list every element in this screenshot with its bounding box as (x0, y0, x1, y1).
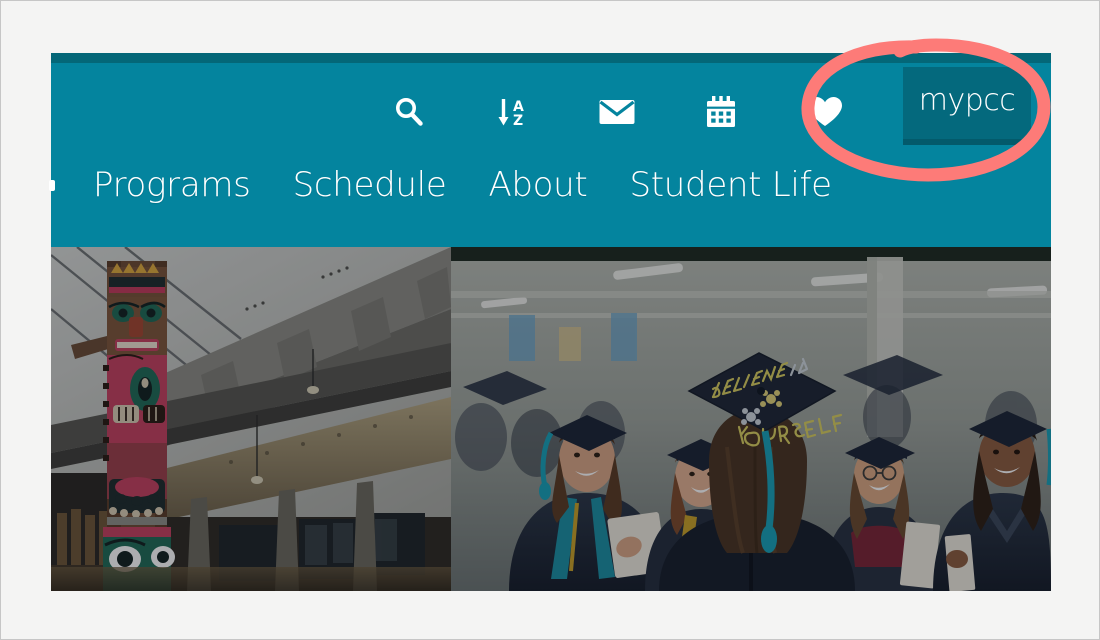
nav-top-strip (51, 53, 1051, 63)
menu-item-student-life[interactable]: Student Life (629, 165, 831, 205)
menu-item-about[interactable]: About (488, 165, 587, 205)
heart-icon[interactable] (797, 89, 853, 135)
menu-item-schedule[interactable]: Schedule (293, 165, 447, 205)
hero-image-strip (51, 247, 1051, 591)
totem-pole-campus-photo[interactable] (51, 247, 451, 591)
mail-icon[interactable] (589, 89, 645, 135)
sort-a-z-icon[interactable]: A Z (485, 89, 541, 135)
main-menu-row: Programs Schedule About Student Life (51, 149, 1051, 221)
menu-item-programs[interactable]: Programs (93, 165, 251, 205)
home-link-stub-icon[interactable] (49, 180, 55, 191)
graduation-students-photo[interactable] (451, 247, 1051, 591)
screenshot-frame: A Z (0, 0, 1100, 640)
utility-icon-row: A Z (51, 81, 1051, 143)
mypcc-button[interactable]: mypcc (903, 67, 1031, 145)
mypcc-button-label: mypcc (919, 86, 1016, 120)
svg-text:Z: Z (513, 113, 523, 129)
site-navigation-bar: A Z (51, 63, 1051, 247)
search-icon[interactable] (381, 89, 437, 135)
calendar-icon[interactable] (693, 89, 749, 135)
